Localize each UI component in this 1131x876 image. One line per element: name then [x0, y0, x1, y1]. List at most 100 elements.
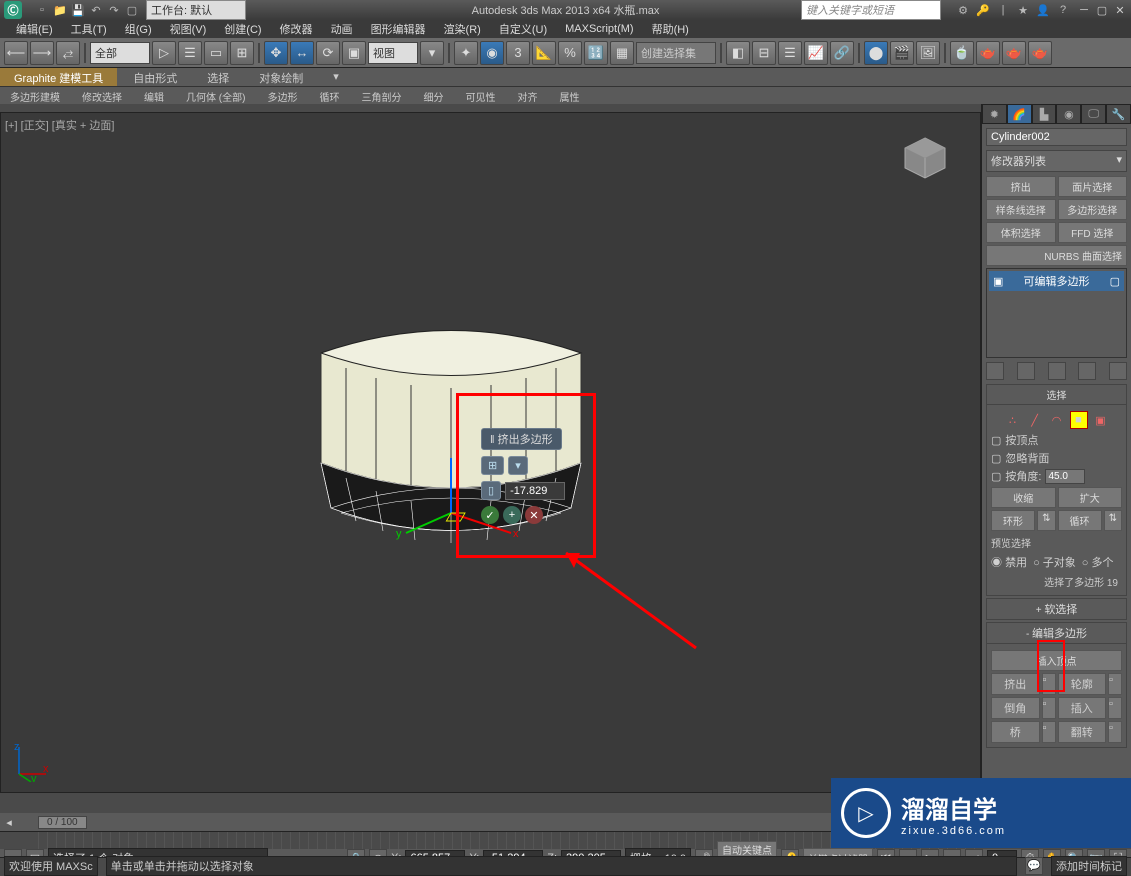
menu-custom[interactable]: 自定义(U)	[491, 20, 555, 38]
menu-group[interactable]: 组(G)	[117, 20, 160, 38]
outline-settings-icon[interactable]: ▫	[1108, 673, 1122, 695]
subtab-edit[interactable]: 编辑	[134, 87, 174, 104]
render-setup-icon[interactable]: 🎬	[890, 41, 914, 65]
utilities-tab-icon[interactable]: 🔧	[1106, 104, 1131, 124]
rendered-frame-icon[interactable]: 🖼	[916, 41, 940, 65]
select-move-icon[interactable]: ✥	[264, 41, 288, 65]
scale-icon[interactable]: ▣	[342, 41, 366, 65]
mod-extrude[interactable]: 挤出	[986, 176, 1056, 197]
flip-settings-icon[interactable]: ▫	[1108, 721, 1122, 743]
viewport-label[interactable]: [+] [正交] [真实 + 边面]	[5, 117, 114, 133]
selection-filter[interactable]: 全部	[90, 42, 150, 64]
layers-icon[interactable]: ☰	[778, 41, 802, 65]
subtab-tri[interactable]: 三角剖分	[351, 87, 411, 104]
radio-disable[interactable]: ◉ 禁用	[991, 554, 1027, 570]
window-crossing-icon[interactable]: ⊞	[230, 41, 254, 65]
time-slider-thumb[interactable]: 0 / 100	[38, 816, 87, 829]
motion-tab-icon[interactable]: ◉	[1056, 104, 1081, 124]
material-icon[interactable]: ⬤	[864, 41, 888, 65]
extrude-lock-icon[interactable]: ▯	[481, 481, 501, 500]
help-icon[interactable]: ?	[1055, 2, 1071, 18]
ring-button[interactable]: 环形	[991, 510, 1035, 531]
rollout-softsel-header[interactable]: + 软选择	[986, 598, 1127, 620]
polygon-icon[interactable]: ■	[1070, 411, 1088, 429]
tab-paint[interactable]: 对象绘制	[245, 68, 317, 86]
modifier-stack[interactable]: ▣ 可编辑多边形 ▢	[986, 268, 1127, 358]
workspace-dropdown[interactable]: 工作台: 默认	[146, 0, 246, 20]
radio-subobj[interactable]: ○ 子对象	[1033, 554, 1076, 570]
schematic-icon[interactable]: 🔗	[830, 41, 854, 65]
ribbon-toggle-icon[interactable]: ▾	[319, 68, 353, 86]
subtab-polymodel[interactable]: 多边形建模	[0, 87, 70, 104]
minimize-icon[interactable]: ─	[1077, 3, 1091, 17]
move-icon[interactable]: ↔	[290, 41, 314, 65]
by-angle-check[interactable]: ▢按角度:	[991, 467, 1122, 485]
modifier-list-dropdown[interactable]: 修改器列表▾	[986, 150, 1127, 172]
unlink-icon[interactable]: ⟵	[4, 41, 28, 65]
vertex-icon[interactable]: ∴	[1004, 411, 1022, 429]
curve-editor-icon[interactable]: 📈	[804, 41, 828, 65]
keyboard-shortcut-icon[interactable]: ◉	[480, 41, 504, 65]
menu-tools[interactable]: 工具(T)	[63, 20, 115, 38]
align-icon[interactable]: ⊟	[752, 41, 776, 65]
subtab-modsel[interactable]: 修改选择	[72, 87, 132, 104]
remove-mod-icon[interactable]	[1078, 362, 1096, 380]
tab-freeform[interactable]: 自由形式	[119, 68, 191, 86]
tab-selection[interactable]: 选择	[193, 68, 243, 86]
extrude-type-icon[interactable]: ⊞	[481, 456, 504, 475]
create-tab-icon[interactable]: ✹	[982, 104, 1007, 124]
insert-vertex-button[interactable]: 插入顶点	[991, 650, 1122, 671]
mod-ffd[interactable]: FFD 选择	[1058, 222, 1128, 243]
by-vertex-check[interactable]: ▢按顶点	[991, 431, 1122, 449]
caddy-cancel-icon[interactable]: ✕	[525, 506, 543, 524]
inset-settings-icon[interactable]: ▫	[1108, 697, 1122, 719]
caddy-ok-icon[interactable]: ✓	[481, 506, 499, 524]
new-icon[interactable]: ▫	[34, 2, 50, 18]
extrude-button[interactable]: 挤出	[991, 673, 1040, 695]
open-icon[interactable]: 📁	[52, 2, 68, 18]
render-iter-icon[interactable]: 🫖	[976, 41, 1000, 65]
manipulate-icon[interactable]: ✦	[454, 41, 478, 65]
render-active-icon[interactable]: 🫖	[1002, 41, 1026, 65]
stack-expand-icon[interactable]: ▣	[993, 275, 1003, 288]
viewcube[interactable]	[900, 133, 950, 183]
spinner-snap-icon[interactable]: 🔢	[584, 41, 608, 65]
select-name-icon[interactable]: ☰	[178, 41, 202, 65]
subtab-align[interactable]: 对齐	[507, 87, 547, 104]
menu-animation[interactable]: 动画	[323, 20, 361, 38]
search-input[interactable]: 键入关键字或短语	[801, 0, 941, 20]
menu-edit[interactable]: 编辑(E)	[8, 20, 61, 38]
hierarchy-tab-icon[interactable]: ▙	[1032, 104, 1057, 124]
angle-snap-icon[interactable]: 📐	[532, 41, 556, 65]
render-teapot-icon[interactable]: 🫖	[1028, 41, 1052, 65]
snap2d-icon[interactable]: 3	[506, 41, 530, 65]
subtab-props[interactable]: 属性	[549, 87, 589, 104]
grow-button[interactable]: 扩大	[1058, 487, 1123, 508]
menu-maxscript[interactable]: MAXScript(M)	[557, 22, 641, 36]
menu-create[interactable]: 创建(C)	[216, 20, 269, 38]
bevel-button[interactable]: 倒角	[991, 697, 1040, 719]
mod-poly[interactable]: 多边形选择	[1058, 199, 1128, 220]
caddy-apply-icon[interactable]: +	[503, 506, 521, 524]
subtab-geom[interactable]: 几何体 (全部)	[176, 87, 255, 104]
ring-spinner-icon[interactable]: ⇅	[1037, 510, 1055, 531]
prev-key-icon[interactable]: ◂	[0, 816, 18, 829]
edged-faces-icon[interactable]: ▦	[610, 41, 634, 65]
select-icon[interactable]: ▷	[152, 41, 176, 65]
display-tab-icon[interactable]: 🖵	[1081, 104, 1106, 124]
flip-button[interactable]: 翻转	[1058, 721, 1107, 743]
show-result-icon[interactable]	[1017, 362, 1035, 380]
stack-editable-poly[interactable]: ▣ 可编辑多边形 ▢	[989, 271, 1124, 291]
ref-coord-dropdown[interactable]: 视图	[368, 42, 418, 64]
menu-render[interactable]: 渲染(R)	[436, 20, 489, 38]
rotate-icon[interactable]: ⟳	[316, 41, 340, 65]
subtab-loop[interactable]: 循环	[309, 87, 349, 104]
select-region-icon[interactable]: ▭	[204, 41, 228, 65]
extrude-type-dropdown-icon[interactable]: ▾	[508, 456, 528, 475]
close-icon[interactable]: ✕	[1113, 3, 1127, 17]
project-icon[interactable]: ▢	[124, 2, 140, 18]
mirror-icon[interactable]: ◧	[726, 41, 750, 65]
radio-multi[interactable]: ○ 多个	[1082, 554, 1114, 570]
save-icon[interactable]: 💾	[70, 2, 86, 18]
object-name-input[interactable]: Cylinder002	[986, 128, 1127, 146]
